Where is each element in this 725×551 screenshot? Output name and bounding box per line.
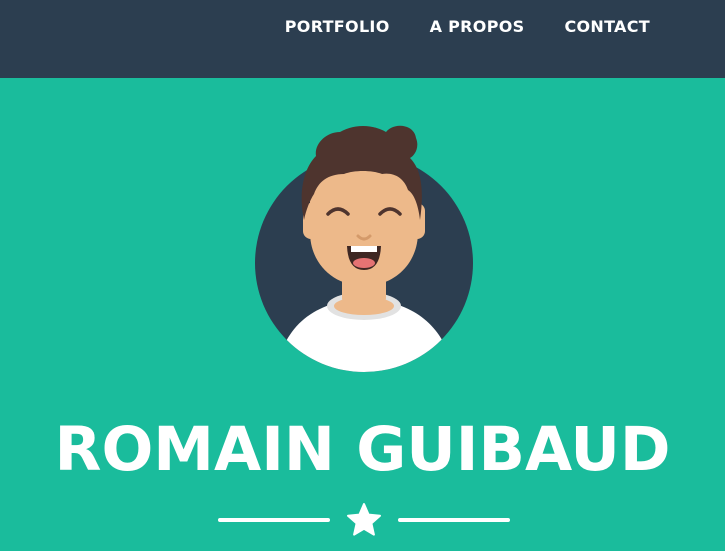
navbar: PORTFOLIO A PROPOS CONTACT [0, 0, 725, 78]
divider-line-left [218, 518, 330, 522]
avatar-illustration [255, 125, 473, 372]
star-icon [347, 503, 381, 536]
nav-link-portfolio[interactable]: PORTFOLIO [285, 17, 390, 37]
nav-links: PORTFOLIO A PROPOS CONTACT [285, 17, 650, 37]
divider-line-right [398, 518, 510, 522]
nav-link-a-propos[interactable]: A PROPOS [430, 17, 525, 37]
nav-link-contact[interactable]: CONTACT [564, 17, 650, 37]
star-divider [218, 500, 510, 540]
page-title: ROMAIN GUIBAUD [54, 414, 671, 485]
